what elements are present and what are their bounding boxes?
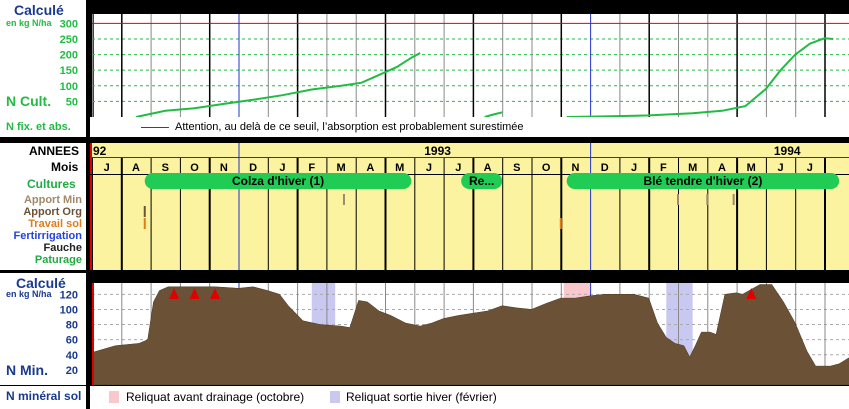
years-label: ANNEES	[29, 144, 80, 158]
month-label: J	[631, 162, 637, 174]
crop-label: Re...	[469, 174, 494, 188]
month-label: S	[162, 162, 169, 174]
n-cult-y-axis: 50 100 150 200 250 300	[60, 18, 78, 108]
month-label: J	[777, 162, 783, 174]
timeline-left-edge	[90, 143, 92, 270]
timeline-label-panel: ANNEES Mois Cultures Apport Min Apport Or…	[0, 143, 86, 270]
reliquat-oct-swatch	[109, 391, 119, 403]
year-label: 92	[93, 144, 107, 158]
n-cult-label-panel: Calculé en kg N/ha N Cult. 50 100 150 200 25…	[0, 0, 86, 117]
year-label: 1994	[774, 144, 801, 158]
operation-label: Apport Org	[23, 206, 82, 218]
crop-label: Colza d'hiver (1)	[232, 174, 324, 188]
reliquat-legend: Reliquat avant drainage (octobre) Reliqu…	[90, 386, 849, 409]
month-label: O	[190, 162, 199, 174]
n-min-y-axis: 20 40 60 80 100 120	[60, 289, 78, 377]
month-label: A	[718, 162, 726, 174]
month-label: D	[249, 162, 257, 174]
operation-label: Paturage	[34, 254, 82, 266]
month-label: S	[513, 162, 520, 174]
month-label: A	[484, 162, 492, 174]
n-cult-tick-label: 100	[60, 81, 78, 93]
month-label: A	[132, 162, 140, 174]
n-min-tick-label: 100	[60, 304, 78, 316]
threshold-note: Attention, au delà de ce seuil, l’absorp…	[175, 121, 524, 133]
month-label: D	[601, 162, 609, 174]
month-label: N	[220, 162, 228, 174]
month-label: A	[366, 162, 374, 174]
n-mineral-label: N minéral sol	[6, 389, 82, 403]
month-label: J	[104, 162, 110, 174]
month-label: J	[455, 162, 461, 174]
n-min-label-panel: Calculé en kg N/ha N Min. 20 40 60 80 100 120	[0, 273, 86, 385]
month-label: J	[279, 162, 285, 174]
operation-label: Fauche	[43, 242, 82, 254]
month-label: F	[660, 162, 667, 174]
reliquat-feb-label: Reliquat sortie hiver (février)	[346, 390, 497, 404]
reliquat-feb-swatch	[330, 391, 340, 403]
n-cult-tick-label: 200	[60, 50, 78, 62]
n-cult-tick-label: 300	[60, 18, 78, 30]
n-mineral-label-cell: N minéral sol	[0, 386, 86, 409]
year-label: 1993	[424, 144, 451, 158]
threshold-legend-swatch	[141, 127, 169, 128]
nitrogen-dashboard: Calculé en kg N/ha N Cult. 50 100 150 200 25…	[0, 0, 849, 409]
n-cult-tick-label: 250	[60, 34, 78, 46]
months-label: Mois	[51, 160, 79, 174]
month-label: M	[395, 162, 404, 174]
n-min-tick-label: 40	[66, 350, 78, 362]
operation-label: Apport Min	[23, 194, 82, 206]
month-label: M	[336, 162, 345, 174]
n-min-tick-label: 20	[66, 365, 78, 377]
operation-label: Fertirrigation	[13, 230, 82, 242]
n-fix-label: N fix. et abs.	[6, 121, 71, 133]
n-cult-chart	[92, 14, 849, 117]
crops-label: Cultures	[27, 177, 76, 191]
timeline-chart: J A S O N D J F M A M J J A S O N D J F M A M J J 92 1993 1994 Colza…	[90, 143, 849, 270]
n-min-tick-label: 80	[66, 320, 78, 332]
month-label: O	[542, 162, 551, 174]
threshold-legend: Attention, au delà de ce seuil, l’absorp…	[90, 117, 849, 137]
n-min-chart	[92, 283, 849, 385]
n-fix-label-cell: N fix. et abs.	[0, 117, 86, 137]
month-label: F	[308, 162, 315, 174]
n-min-tick-label: 60	[66, 335, 78, 347]
operation-label: Travail sol	[28, 218, 82, 230]
month-label: M	[747, 162, 756, 174]
crop-label: Blé tendre d'hiver (2)	[643, 174, 762, 188]
reliquat-oct-label: Reliquat avant drainage (octobre)	[126, 390, 305, 404]
month-label: M	[688, 162, 697, 174]
timeline-bg	[90, 143, 849, 270]
n-min-tick-label: 120	[60, 289, 78, 301]
n-min-left-edge	[92, 283, 94, 385]
month-label: N	[571, 162, 579, 174]
n-cult-tick-label: 50	[66, 96, 78, 108]
month-label: J	[807, 162, 813, 174]
month-label: J	[426, 162, 432, 174]
n-cult-tick-label: 150	[60, 65, 78, 77]
